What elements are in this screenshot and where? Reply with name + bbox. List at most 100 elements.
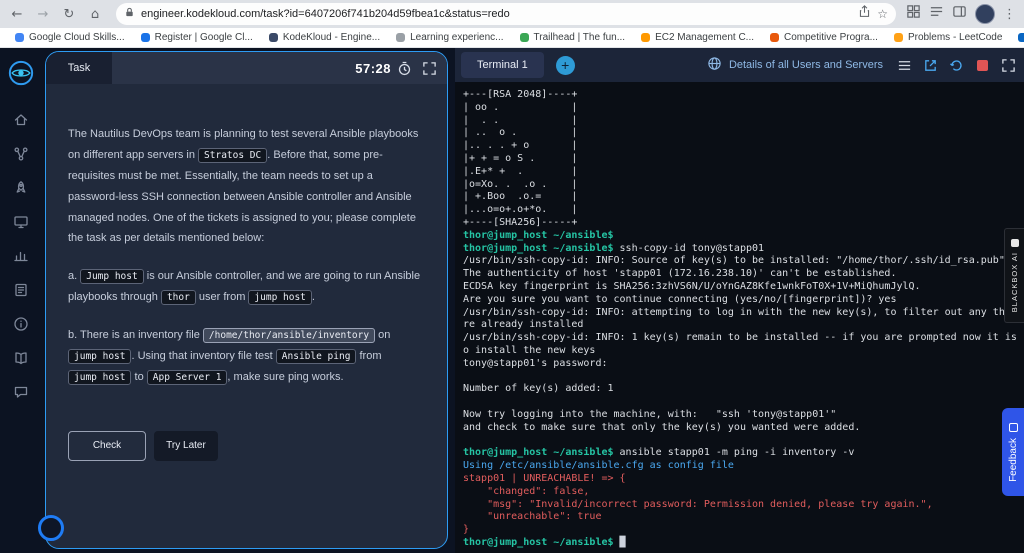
terminal-actions: [897, 58, 1016, 73]
terminal-line: "changed": false,: [463, 486, 1024, 499]
forward-button[interactable]: →: [32, 3, 54, 25]
terminal-line: ECDSA key fingerprint is SHA256:3zhVS6N/…: [463, 281, 1024, 294]
terminal-line: +---[RSA 2048]----+: [463, 89, 1024, 102]
terminal-line: |.. . . + o |: [463, 140, 1024, 153]
chat-icon[interactable]: [13, 384, 29, 400]
bookmark-label: Register | Google Cl...: [155, 32, 253, 43]
bookmark-star-icon[interactable]: ☆: [877, 7, 888, 21]
terminal-line: +----[SHA256]-----+: [463, 217, 1024, 230]
info-icon[interactable]: [13, 316, 29, 332]
terminal-line: and check to make sure that only the key…: [463, 422, 1024, 435]
feedback-icon: [1009, 423, 1018, 432]
task-text: . Using that inventory file test: [131, 350, 275, 362]
screen: ← → ↻ ⌂ engineer.kodekloud.com/task?id=6…: [0, 0, 1024, 553]
open-new-window-icon[interactable]: [923, 58, 938, 73]
bookmark-item[interactable]: (4) Feed | LinkedIn: [1011, 30, 1024, 45]
address-bar[interactable]: engineer.kodekloud.com/task?id=6407206f7…: [116, 3, 896, 25]
try-later-button[interactable]: Try Later: [154, 431, 218, 461]
blackbox-ai-tab[interactable]: BLACKBOX AI: [1004, 228, 1024, 323]
terminal-line: /usr/bin/ssh-copy-id: INFO: 1 key(s) rem…: [463, 332, 1024, 345]
side-panel-icon[interactable]: [952, 4, 967, 24]
history-reset-icon[interactable]: [949, 58, 964, 73]
terminal-line: |.E+* + . |: [463, 166, 1024, 179]
blackbox-logo-icon: [1011, 239, 1019, 247]
terminal-line: Using /etc/ansible/ansible.cfg as config…: [463, 460, 1024, 473]
extensions-icon[interactable]: [906, 4, 921, 24]
details-label: Details of all Users and Servers: [729, 59, 883, 71]
terminal-line: Number of key(s) added: 1: [463, 383, 1024, 396]
bookmark-item[interactable]: Trailhead | The fun...: [513, 30, 633, 45]
terminal-menu-icon[interactable]: [897, 58, 912, 73]
task-text: on: [375, 329, 390, 341]
share-icon[interactable]: [858, 5, 871, 23]
home-button[interactable]: ⌂: [84, 3, 106, 25]
feedback-tab[interactable]: Feedback: [1002, 408, 1024, 496]
reading-list-icon[interactable]: [929, 4, 944, 24]
inline-code: jump host: [248, 290, 311, 305]
bookmark-item[interactable]: Register | Google Cl...: [134, 30, 260, 45]
terminal-line: [463, 435, 1024, 448]
terminal-line: o install the new keys: [463, 345, 1024, 358]
bookmark-item[interactable]: Google Cloud Skills...: [8, 30, 132, 45]
bookmark-item[interactable]: EC2 Management C...: [634, 30, 761, 45]
task-description: The Nautilus DevOps team is planning to …: [46, 84, 447, 388]
home-icon[interactable]: [13, 112, 29, 128]
bookmark-favicon: [1018, 33, 1024, 42]
feedback-label: Feedback: [1008, 438, 1019, 482]
bookmark-favicon: [15, 33, 24, 42]
terminal-line: thor@jump_host ~/ansible$: [463, 230, 1024, 243]
new-terminal-button[interactable]: +: [556, 56, 575, 75]
profile-avatar[interactable]: [975, 4, 995, 24]
kodekloud-logo[interactable]: [8, 60, 34, 86]
terminal-line: tony@stapp01's password:: [463, 358, 1024, 371]
terminal-line: Now try logging into the machine, with: …: [463, 409, 1024, 422]
task-text: .: [312, 291, 315, 303]
bookmark-favicon: [770, 33, 779, 42]
inline-code: jump host: [68, 370, 131, 385]
bookmark-item[interactable]: KodeKloud - Engine...: [262, 30, 387, 45]
bookmark-item[interactable]: Learning experienc...: [389, 30, 510, 45]
task-timer: 57:28: [355, 61, 391, 76]
playground-icon[interactable]: [13, 214, 29, 230]
terminal-tab[interactable]: Terminal 1: [461, 52, 544, 78]
terminal-line: thor@jump_host ~/ansible$ ssh-copy-id to…: [463, 243, 1024, 256]
stats-icon[interactable]: [13, 248, 29, 264]
task-fullscreen-icon[interactable]: [422, 61, 437, 76]
bookmark-label: Learning experienc...: [410, 32, 503, 43]
terminal-line: | oo . |: [463, 102, 1024, 115]
terminal-line: }: [463, 524, 1024, 537]
terminal-line: "unreachable": true: [463, 511, 1024, 524]
bookmark-item[interactable]: Competitive Progra...: [763, 30, 885, 45]
task-panel: Task 57:28 The Nautilus DevOps team is p…: [45, 51, 448, 549]
terminal-line: | . . |: [463, 115, 1024, 128]
back-button[interactable]: ←: [6, 3, 28, 25]
task-header: Task 57:28: [46, 52, 447, 84]
certificate-icon[interactable]: [13, 282, 29, 298]
task-text: user from: [196, 291, 249, 303]
terminal-fullscreen-icon[interactable]: [1001, 58, 1016, 73]
terminal-cursor: █: [620, 537, 626, 548]
inline-code: Ansible ping: [276, 349, 357, 364]
rocket-icon[interactable]: [13, 180, 29, 196]
terminal-line: stapp01 | UNREACHABLE! => {: [463, 473, 1024, 486]
workspace: Task 57:28 The Nautilus DevOps team is p…: [0, 48, 1024, 553]
bookmark-item[interactable]: Problems - LeetCode: [887, 30, 1010, 45]
docs-icon[interactable]: [13, 350, 29, 366]
help-chat-bubble[interactable]: [38, 515, 64, 541]
bookmark-label: Trailhead | The fun...: [534, 32, 626, 43]
learning-path-icon[interactable]: [13, 146, 29, 162]
task-tab[interactable]: Task: [46, 52, 112, 84]
stop-terminal-icon[interactable]: [975, 58, 990, 73]
inline-code: Jump host: [80, 269, 143, 284]
details-link[interactable]: Details of all Users and Servers: [707, 56, 883, 74]
task-actions: Check Try Later: [46, 405, 447, 461]
lock-icon: [124, 5, 135, 23]
reload-button[interactable]: ↻: [58, 3, 80, 25]
terminal-line: thor@jump_host ~/ansible$ ansible stapp0…: [463, 447, 1024, 460]
check-button[interactable]: Check: [68, 431, 146, 461]
bookmark-label: Problems - LeetCode: [908, 32, 1003, 43]
browser-menu-icon[interactable]: ⋮: [1003, 7, 1016, 22]
terminal-line: Are you sure you want to continue connec…: [463, 294, 1024, 307]
terminal-output[interactable]: +---[RSA 2048]----+| oo . || . . || .. o…: [455, 82, 1024, 553]
terminal-line: re already installed: [463, 319, 1024, 332]
